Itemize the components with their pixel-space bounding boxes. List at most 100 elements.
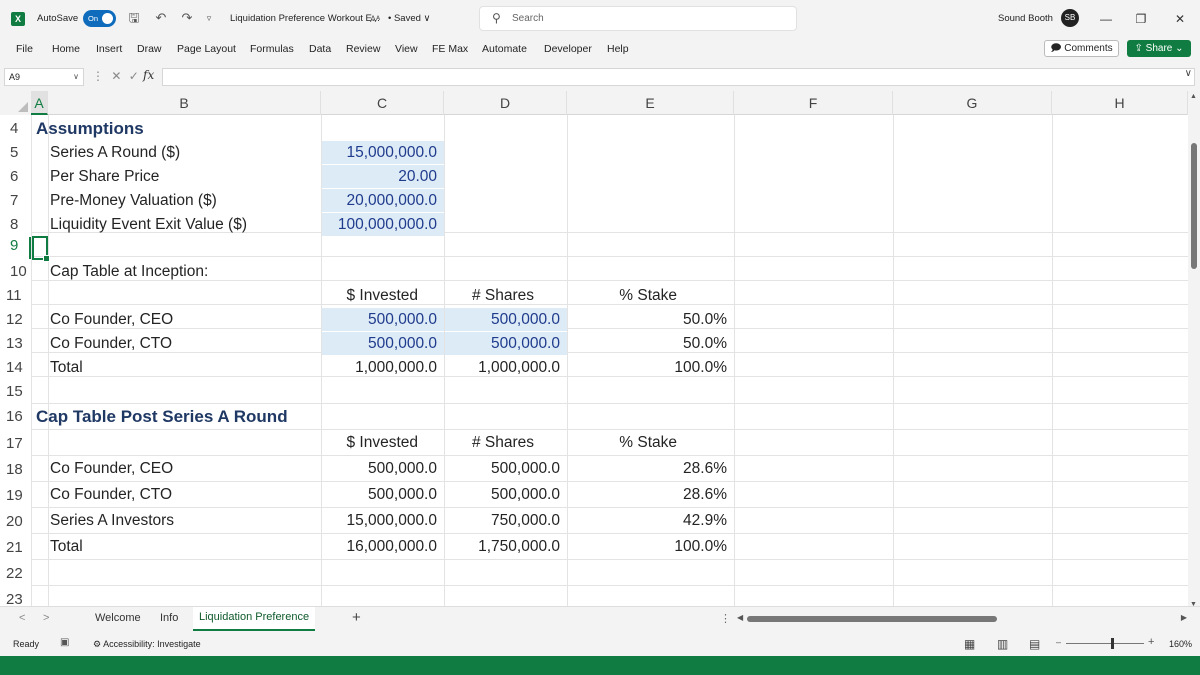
cell-c11[interactable]: $ Invested	[321, 284, 444, 308]
redo-icon[interactable]: ↷	[179, 10, 195, 26]
tab-file[interactable]: File	[16, 43, 33, 55]
cell-c8[interactable]: 100,000,000.0	[322, 213, 444, 236]
cell-d21[interactable]: 1,750,000.0	[444, 534, 567, 560]
row-header-15[interactable]: 15	[0, 383, 31, 400]
cell-d12[interactable]: 500,000.0	[445, 308, 567, 331]
more-options-icon[interactable]: ⋮	[720, 612, 731, 625]
select-all-corner[interactable]	[0, 91, 31, 115]
cell-e18[interactable]: 28.6%	[567, 456, 734, 482]
scroll-left-icon[interactable]: ◀	[737, 613, 743, 622]
cell-e20[interactable]: 42.9%	[567, 508, 734, 534]
vertical-scrollbar[interactable]: ▲ ▼	[1188, 91, 1200, 610]
cell-c7[interactable]: 20,000,000.0	[322, 189, 444, 212]
page-break-view-icon[interactable]: ▤	[1029, 637, 1040, 651]
tab-data[interactable]: Data	[309, 43, 331, 55]
horizontal-scrollbar[interactable]: ◀ ▶	[737, 613, 1187, 624]
tab-draw[interactable]: Draw	[137, 43, 162, 55]
row-header-17[interactable]: 17	[0, 435, 31, 452]
cell-b10[interactable]: Cap Table at Inception:	[45, 260, 321, 284]
cell-b18[interactable]: Co Founder, CEO	[45, 456, 321, 482]
tab-fe-max[interactable]: FE Max	[432, 43, 468, 55]
add-sheet-button[interactable]: +	[352, 609, 361, 626]
autosave-toggle[interactable]: On	[83, 10, 116, 27]
cell-b21[interactable]: Total	[45, 534, 321, 560]
spreadsheet-grid[interactable]: A B C D E F G H 4 5 6 7 8 9 10 11 12 13 …	[0, 91, 1200, 610]
tab-automate[interactable]: Automate	[482, 43, 527, 55]
cell-b6[interactable]: Per Share Price	[45, 165, 321, 189]
formula-input[interactable]	[162, 68, 1195, 86]
zoom-level[interactable]: 160%	[1169, 639, 1192, 649]
tab-view[interactable]: View	[395, 43, 418, 55]
cell-d14[interactable]: 1,000,000.0	[444, 356, 567, 380]
formula-cancel-confirm-icons[interactable]: ⋮ ✕ ✓	[92, 69, 141, 83]
cell-c6[interactable]: 20.00	[322, 165, 444, 188]
customize-quick-access-icon[interactable]: ▿	[201, 10, 217, 26]
previous-sheet-icon[interactable]: <	[19, 612, 25, 624]
zoom-slider[interactable]	[1066, 643, 1144, 644]
accessibility-status[interactable]: ⚙ Accessibility: Investigate	[93, 639, 201, 650]
tab-developer[interactable]: Developer	[544, 43, 592, 55]
cell-d19[interactable]: 500,000.0	[444, 482, 567, 508]
row-header-12[interactable]: 12	[0, 311, 31, 328]
document-title[interactable]: Liquidation Preference Workout E...	[230, 13, 380, 24]
chevron-down-icon[interactable]: ∨	[73, 69, 79, 85]
saved-status[interactable]: • Saved ∨	[388, 13, 431, 24]
col-header-e[interactable]: E	[567, 91, 734, 115]
tab-insert[interactable]: Insert	[96, 43, 122, 55]
cell-c14[interactable]: 1,000,000.0	[321, 356, 444, 380]
horizontal-scroll-thumb[interactable]	[747, 616, 997, 622]
cell-d17[interactable]: # Shares	[444, 430, 567, 456]
macro-recording-icon[interactable]: ▣	[60, 637, 69, 648]
cell-c18[interactable]: 500,000.0	[321, 456, 444, 482]
cell-e21[interactable]: 100.0%	[567, 534, 734, 560]
cell-d13[interactable]: 500,000.0	[445, 332, 567, 355]
scroll-up-icon[interactable]: ▲	[1190, 93, 1197, 100]
col-header-c[interactable]: C	[321, 91, 444, 115]
cell-c5[interactable]: 15,000,000.0	[322, 141, 444, 164]
row-header-21[interactable]: 21	[0, 539, 31, 556]
minimize-icon[interactable]: —	[1096, 9, 1116, 29]
cell-b8[interactable]: Liquidity Event Exit Value ($)	[45, 213, 321, 237]
name-box[interactable]: A9 ∨	[4, 68, 84, 86]
sheet-tab-welcome[interactable]: Welcome	[95, 612, 141, 624]
tab-formulas[interactable]: Formulas	[250, 43, 294, 55]
row-header-10[interactable]: 10	[0, 263, 31, 280]
row-header-11[interactable]: 11	[0, 287, 31, 304]
zoom-slider-knob[interactable]	[1111, 638, 1114, 649]
cell-c19[interactable]: 500,000.0	[321, 482, 444, 508]
user-avatar[interactable]: SB	[1061, 9, 1079, 27]
row-header-19[interactable]: 19	[0, 487, 31, 504]
normal-view-icon[interactable]: ▦	[964, 637, 975, 651]
vertical-scroll-thumb[interactable]	[1191, 143, 1197, 269]
cell-c12[interactable]: 500,000.0	[322, 308, 444, 331]
cell-c21[interactable]: 16,000,000.0	[321, 534, 444, 560]
cell-c20[interactable]: 15,000,000.0	[321, 508, 444, 534]
page-layout-view-icon[interactable]: ▥	[997, 637, 1008, 651]
row-header-20[interactable]: 20	[0, 513, 31, 530]
search-box[interactable]: ⚲ Search	[479, 6, 797, 31]
row-header-13[interactable]: 13	[0, 335, 31, 352]
cell-a4[interactable]: Assumptions	[31, 117, 321, 141]
user-name[interactable]: Sound Booth	[998, 13, 1053, 24]
save-icon[interactable]: 🖫	[126, 10, 142, 26]
zoom-out-icon[interactable]: –	[1056, 637, 1061, 647]
row-header-14[interactable]: 14	[0, 359, 31, 376]
cell-e17[interactable]: % Stake	[567, 430, 734, 456]
row-header-22[interactable]: 22	[0, 565, 31, 582]
zoom-in-icon[interactable]: +	[1148, 636, 1154, 648]
sheet-tab-liquidation-preference[interactable]: Liquidation Preference	[193, 607, 316, 631]
restore-icon[interactable]: ❐	[1131, 9, 1151, 29]
cell-b20[interactable]: Series A Investors	[45, 508, 321, 534]
share-button[interactable]: ⇪ Share ⌄	[1127, 40, 1191, 57]
col-header-a[interactable]: A	[31, 91, 48, 115]
expand-formula-bar-icon[interactable]: ∨	[1185, 68, 1192, 79]
sheet-tab-info[interactable]: Info	[160, 612, 178, 624]
cell-e12[interactable]: 50.0%	[567, 308, 734, 332]
active-cell-a9[interactable]	[32, 236, 50, 262]
comments-button[interactable]: 🗩 Comments	[1044, 40, 1119, 57]
scroll-right-icon[interactable]: ▶	[1181, 613, 1187, 622]
insert-function-icon[interactable]: fx	[143, 68, 154, 82]
cell-c17[interactable]: $ Invested	[321, 430, 444, 456]
cell-e19[interactable]: 28.6%	[567, 482, 734, 508]
row-header-4[interactable]: 4	[0, 120, 31, 137]
